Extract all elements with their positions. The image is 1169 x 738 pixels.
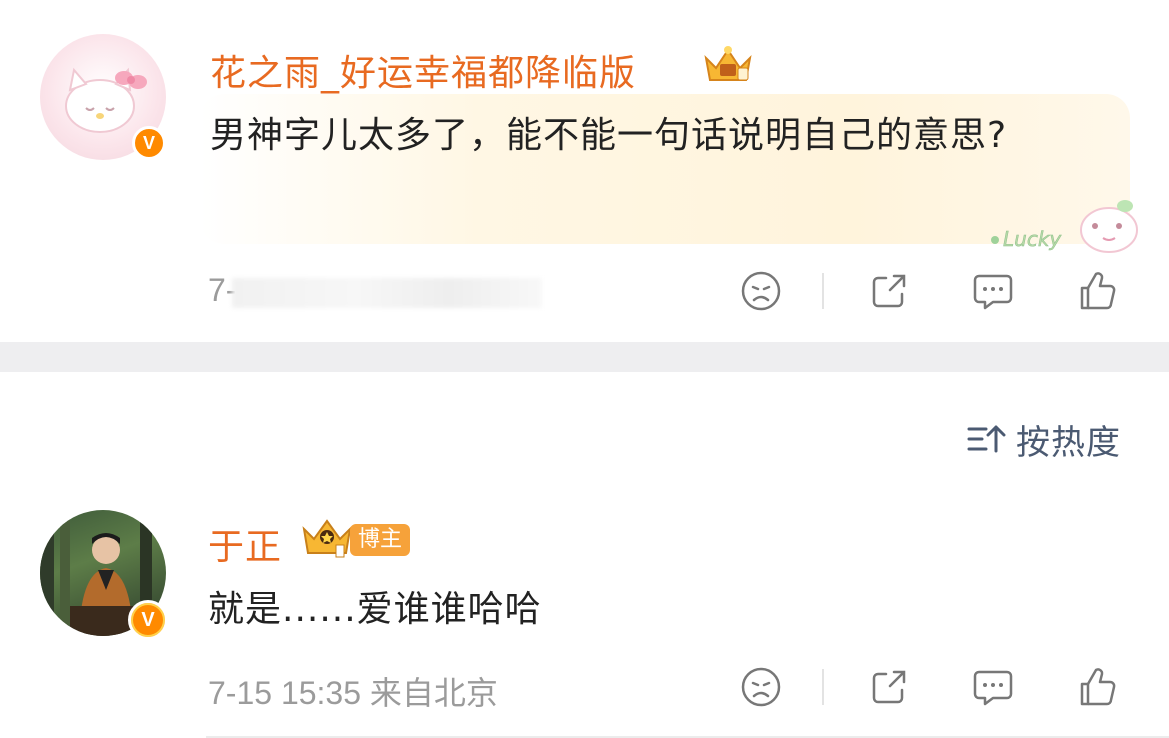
share-icon — [872, 670, 906, 704]
like-button[interactable] — [1072, 662, 1122, 712]
action-separator — [822, 669, 824, 705]
action-separator — [822, 273, 824, 309]
blurred-meta — [232, 278, 542, 308]
thumbs-up-icon — [1080, 668, 1116, 706]
sort-by-hot-button[interactable]: 按热度 — [966, 416, 1121, 463]
comment-button[interactable] — [968, 266, 1018, 316]
thumbs-up-icon — [1080, 272, 1116, 310]
comment-username[interactable]: 花之雨_好运幸福都降临版 — [210, 44, 636, 96]
comment-text-2: 就是......爱谁谁哈哈 — [208, 589, 542, 630]
lucky-sticker-icon: Lucky — [985, 190, 1145, 270]
dislike-button[interactable] — [736, 266, 786, 316]
verified-badge-icon: V — [132, 126, 166, 160]
sort-icon — [967, 425, 1006, 453]
comment-icon — [973, 670, 1013, 706]
crown-badge-icon — [300, 515, 354, 563]
blogger-tag: 博主 — [350, 524, 411, 556]
dislike-button[interactable] — [736, 662, 786, 712]
comment-button[interactable] — [968, 662, 1018, 712]
blogger-username[interactable]: 于正 — [208, 518, 282, 570]
sort-label: 按热度 — [1016, 422, 1121, 463]
comment-card-1: V 花之雨_好运幸福都降临版 男神字儿太多了，能不能一句话说明自己的意思? Lu… — [0, 0, 1169, 342]
sad-face-icon — [741, 271, 781, 311]
comment-actions — [736, 266, 1122, 316]
gold-verified-badge-icon: V — [128, 600, 168, 640]
sad-face-icon — [741, 667, 781, 707]
share-button[interactable] — [864, 662, 914, 712]
comment-icon — [973, 274, 1013, 310]
share-icon — [872, 274, 906, 308]
share-button[interactable] — [864, 266, 914, 316]
sticker-text: Lucky — [1003, 227, 1062, 251]
section-divider — [0, 342, 1169, 372]
fan-crown-badge-icon — [700, 42, 756, 90]
comment-actions-2 — [736, 662, 1122, 712]
comment-meta-2: 7-15 15:35 来自北京 — [208, 675, 498, 711]
comment-text: 男神字儿太多了，能不能一句话说明自己的意思? — [210, 115, 1008, 156]
like-button[interactable] — [1072, 266, 1122, 316]
